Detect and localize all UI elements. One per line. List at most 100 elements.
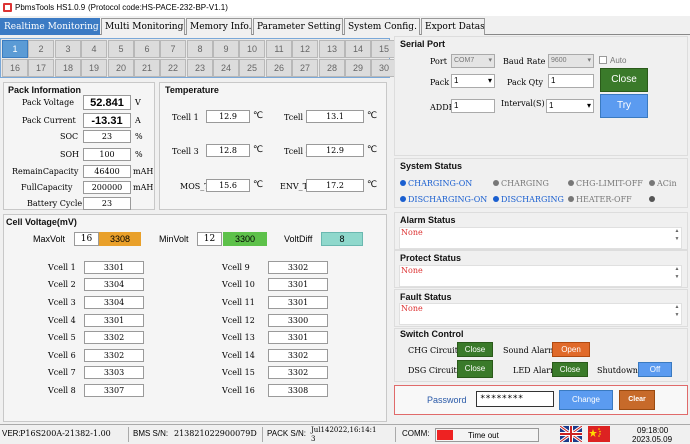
protect-status-title: Protect Status [400, 253, 462, 263]
pack-button[interactable]: 19 [81, 59, 107, 77]
tab-realtime-monitoring[interactable]: Realtime Monitoring [0, 18, 100, 35]
pack-button[interactable]: 25 [239, 59, 265, 77]
port-select[interactable]: COM7 ▾ [451, 54, 495, 68]
cell-label: Vcell 12 [222, 316, 255, 325]
baud-rate-select[interactable]: 9600 ▾ [548, 54, 594, 68]
pack-button[interactable]: 27 [292, 59, 318, 77]
mos-temp-value: 15.6 [206, 179, 250, 192]
pack-button[interactable]: 8 [187, 40, 213, 58]
pack-button[interactable]: 24 [213, 59, 239, 77]
pack-button[interactable]: 2 [28, 40, 54, 58]
pack-button[interactable]: 11 [266, 40, 292, 58]
pack-button[interactable]: 21 [134, 59, 160, 77]
serial-port-title: Serial Port [400, 39, 446, 49]
pack-button[interactable]: 1 [2, 40, 28, 58]
password-label: Password [427, 395, 467, 405]
cell-label: Vcell 14 [222, 351, 255, 360]
app-title: PbmsTools HS1.0.9 [15, 3, 86, 12]
tcell4-value: 12.9 [306, 144, 364, 157]
pack-button[interactable]: 5 [108, 40, 134, 58]
comm-status-value: Time out [468, 431, 499, 440]
try-button[interactable]: Try [600, 94, 648, 118]
addr-input[interactable]: 1 [451, 99, 495, 113]
auto-checkbox[interactable] [599, 56, 607, 64]
pack-button[interactable]: 9 [213, 40, 239, 58]
system-status-panel: System Status CHARGING-ON CHARGING CHG-LIM… [394, 158, 688, 208]
dsg-circuit-button[interactable]: Close [457, 360, 493, 378]
tcell3-label: Tcell 3 [172, 147, 199, 156]
pack-button[interactable]: 6 [134, 40, 160, 58]
pack-button[interactable]: 10 [239, 40, 265, 58]
chinese-flag-icon[interactable] [588, 426, 610, 442]
tab-memory-info[interactable]: Memory Info. [186, 18, 252, 35]
baud-rate-value: 9600 [551, 57, 567, 64]
cell-voltage-value: 3304 [84, 278, 144, 291]
alarm-status-title: Alarm Status [400, 215, 456, 225]
chg-circuit-button[interactable]: Close [457, 342, 493, 357]
pack-button[interactable]: 22 [160, 59, 186, 77]
cell-voltage-value: 3301 [84, 261, 144, 274]
tab-export-datas[interactable]: Export Datas [421, 18, 485, 35]
led-alarm-button[interactable]: Close [552, 362, 588, 377]
system-status-item: DISCHARGING-ON [400, 195, 487, 204]
cell-voltage-title: Cell Voltage(mV) [6, 217, 77, 227]
change-password-button[interactable]: Change [559, 390, 613, 410]
system-status-title: System Status [400, 161, 463, 171]
pack-button[interactable]: 26 [266, 59, 292, 77]
tcell3-value: 12.8 [206, 144, 250, 157]
tcell1-value: 12.9 [206, 110, 250, 123]
soc-label: SOC [60, 132, 79, 141]
pack-button[interactable]: 18 [55, 59, 81, 77]
pack-info-panel: Pack Information Pack Voltage 52.841 V P… [3, 82, 155, 210]
switch-control-title: Switch Control [400, 329, 464, 339]
pack-button[interactable]: 3 [55, 40, 81, 58]
pack-label: Pack [430, 78, 450, 87]
pack-button[interactable]: 29 [345, 59, 371, 77]
cell-label: Vcell 3 [48, 298, 76, 307]
cell-label: Vcell 10 [222, 280, 255, 289]
interval-select[interactable]: 1 ▾ [546, 99, 594, 113]
pack-button[interactable]: 12 [292, 40, 318, 58]
close-port-button[interactable]: Close [600, 68, 648, 92]
tab-system-config[interactable]: System Config. [344, 18, 420, 35]
pack-select[interactable]: 1 ▾ [451, 74, 495, 88]
system-status-item [649, 195, 657, 204]
scroll-arrows-icon[interactable]: ▲ ▼ [673, 303, 681, 319]
scroll-arrows-icon[interactable]: ▲ ▼ [673, 265, 681, 281]
tab-parameter-setting[interactable]: Parameter Setting [253, 18, 343, 35]
status-bar: VER: P16S200A-21382-1.00 BMS S/N: 213821… [0, 424, 690, 444]
env-temp-label: ENV_T [280, 182, 308, 191]
pack-sn-label: PACK S/N: [267, 429, 306, 438]
pack-button[interactable]: 14 [345, 40, 371, 58]
pack-button[interactable]: 4 [81, 40, 107, 58]
cell-label: Vcell 8 [48, 386, 76, 395]
tab-multi-monitoring[interactable]: Multi Monitoring [101, 18, 185, 35]
sound-alarm-button[interactable]: Open [552, 342, 590, 357]
protect-status-panel: Protect Status None ▲ ▼ [394, 250, 688, 288]
system-status-text: CHARGING [501, 179, 549, 188]
celsius-icon: ℃ [253, 180, 264, 190]
pack-button[interactable]: 20 [108, 59, 134, 77]
system-status-text: CHARGING-ON [408, 179, 473, 188]
scroll-arrows-icon[interactable]: ▲ ▼ [673, 227, 681, 243]
main-tabs: Realtime Monitoring Multi Monitoring Mem… [0, 16, 690, 35]
shutdown-button[interactable]: Off [638, 362, 672, 377]
pack-button[interactable]: 7 [160, 40, 186, 58]
english-flag-icon[interactable] [560, 426, 582, 442]
pack-selector: 1 2 3 4 5 6 7 8 9 10 11 12 13 14 15 16 17 18 19 20 21 22 23 24 2… [0, 38, 397, 78]
pack-button[interactable]: 16 [2, 59, 28, 77]
app-icon [3, 3, 12, 12]
battery-cycle-label: Battery Cycle [27, 199, 83, 208]
cell-voltage-value: 3302 [268, 261, 328, 274]
clear-password-button[interactable]: Clear [619, 390, 655, 410]
pack-button[interactable]: 28 [319, 59, 345, 77]
pack-current-unit: A [135, 116, 141, 125]
pack-button[interactable]: 17 [28, 59, 54, 77]
pack-button[interactable]: 23 [187, 59, 213, 77]
pack-qty-input[interactable]: 1 [548, 74, 594, 88]
system-status-item: DISCHARGING [493, 195, 564, 204]
password-input[interactable]: ******** [476, 391, 554, 407]
cell-voltage-value: 3300 [268, 314, 328, 327]
soh-value: 100 [83, 148, 131, 161]
pack-button[interactable]: 13 [319, 40, 345, 58]
